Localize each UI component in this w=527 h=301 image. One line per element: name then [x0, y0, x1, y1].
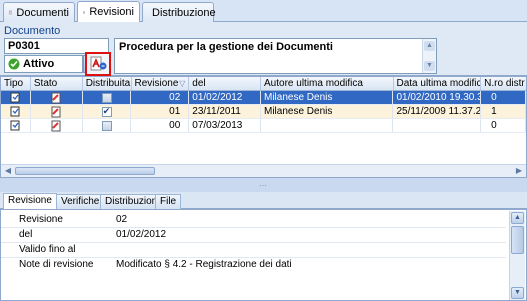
- document-title-text: Procedura per la gestione dei Documenti: [119, 41, 333, 53]
- detail-label: Note di revisione: [19, 259, 94, 270]
- author-cell: Milanese Denis: [261, 105, 394, 118]
- author-cell: Milanese Denis: [261, 91, 394, 104]
- type-cell: [1, 91, 31, 104]
- last-modified-cell: 01/02/2010 19.30.31: [393, 91, 482, 104]
- last-modified-cell: 25/11/2009 11.37.22: [393, 105, 482, 118]
- detail-label: del: [19, 229, 33, 240]
- col-revisione[interactable]: Revisione ▽: [132, 77, 190, 90]
- state-cell: [31, 105, 83, 118]
- checkmark-icon: ✔: [102, 106, 111, 116]
- status-select[interactable]: Attivo: [4, 55, 83, 73]
- revisions-grid: Tipo Stato Distribuita Revisione ▽ del Au…: [0, 76, 527, 178]
- col-tipo[interactable]: Tipo: [1, 77, 31, 90]
- distributed-checkbox[interactable]: ✔: [101, 106, 112, 117]
- revision-detail-panel: Revisione 02 del 01/02/2012 Valido fino …: [0, 209, 527, 301]
- pdf-button[interactable]: [85, 52, 111, 76]
- revision-icon: [83, 10, 86, 14]
- tab-distribuzione-label: Distribuzione: [152, 6, 216, 19]
- detail-vertical-scrollbar[interactable]: ▲ ▼: [509, 211, 525, 300]
- document-type-icon: [10, 120, 20, 131]
- date-cell: 01/02/2012: [189, 91, 261, 104]
- revision-cell: 00: [131, 119, 190, 132]
- revision-cell: 02: [131, 91, 190, 104]
- document-panel: Documento P0301 Attivo ▼ Procedura per l…: [0, 22, 527, 76]
- detail-row-valido: Valido fino al: [1, 243, 506, 258]
- table-row[interactable]: 02 01/02/2012 Milanese Denis 01/02/2010 …: [1, 91, 526, 105]
- revision-state-icon: [51, 92, 61, 103]
- col-data-modifica[interactable]: Data ultima modifica: [394, 77, 482, 90]
- date-cell: 07/03/2013: [189, 119, 261, 132]
- distr-count-cell: 0: [481, 119, 526, 132]
- tab-verifiche[interactable]: Verifiche: [56, 194, 105, 209]
- distributed-checkbox[interactable]: [101, 120, 112, 131]
- distr-count-cell: 1: [481, 105, 526, 118]
- type-cell: [1, 105, 31, 118]
- detail-label: Revisione: [19, 214, 63, 225]
- scrollbar-thumb[interactable]: [511, 226, 524, 254]
- state-cell: [31, 119, 83, 132]
- tab-revisioni-label: Revisioni: [89, 6, 134, 18]
- sort-icon: ▽: [179, 79, 186, 88]
- pdf-icon: [90, 56, 107, 71]
- type-cell: [1, 119, 31, 132]
- document-type-icon: [10, 92, 20, 103]
- detail-value[interactable]: Modificato § 4.2 - Registrazione dei dat…: [116, 258, 292, 273]
- distributed-cell: ✔: [83, 105, 132, 118]
- panel-splitter[interactable]: ⋯: [0, 178, 527, 192]
- scroll-down-icon[interactable]: ▼: [424, 61, 435, 71]
- detail-value[interactable]: 01/02/2012: [116, 228, 166, 242]
- col-del[interactable]: del: [189, 77, 262, 90]
- date-cell: 23/11/2011: [189, 105, 261, 118]
- state-cell: [31, 91, 83, 104]
- tab-revisioni[interactable]: Revisioni: [77, 1, 140, 22]
- detail-row-revisione: Revisione 02: [1, 213, 506, 228]
- scroll-right-icon[interactable]: ▶: [514, 166, 524, 176]
- detail-row-del: del 01/02/2012: [1, 228, 506, 243]
- distributed-checkbox[interactable]: [101, 92, 112, 103]
- scroll-left-icon[interactable]: ◀: [3, 166, 13, 176]
- scrollbar-thumb[interactable]: [15, 167, 155, 175]
- status-value: Attivo: [23, 58, 55, 70]
- scroll-up-icon[interactable]: ▲: [424, 41, 435, 51]
- scroll-down-icon[interactable]: ▼: [511, 287, 524, 299]
- tab-documenti[interactable]: Documenti: [3, 2, 75, 22]
- distributed-cell: [83, 91, 132, 104]
- col-revisione-label: Revisione: [134, 78, 179, 89]
- author-cell: [261, 119, 394, 132]
- title-scrollbar[interactable]: ▲ ▼: [422, 39, 436, 73]
- document-section-label: Documento: [4, 25, 61, 37]
- col-distribuita[interactable]: Distribuita: [83, 77, 132, 90]
- detail-label: Valido fino al: [19, 244, 76, 255]
- tab-distribuzione[interactable]: Distribuzione: [142, 2, 216, 22]
- last-modified-cell: [393, 119, 482, 132]
- table-row[interactable]: 00 07/03/2013 0: [1, 119, 526, 133]
- tab-file[interactable]: File: [155, 194, 182, 209]
- distr-count-cell: 0: [481, 91, 526, 104]
- main-tabbar: Documenti Revisioni Distribuzione: [0, 0, 527, 22]
- grid-horizontal-scrollbar[interactable]: ◀ ▶: [1, 164, 526, 177]
- document-title-field[interactable]: Procedura per la gestione dei Documenti …: [114, 38, 437, 74]
- revision-cell: 01: [131, 105, 190, 118]
- col-stato[interactable]: Stato: [31, 77, 83, 90]
- revision-state-icon: [51, 120, 61, 131]
- document-icon: [9, 10, 12, 15]
- tab-documenti-label: Documenti: [16, 6, 69, 19]
- document-type-icon: [10, 106, 20, 117]
- grip-icon: ⋯: [259, 180, 268, 190]
- scroll-up-icon[interactable]: ▲: [511, 212, 524, 224]
- col-autore[interactable]: Autore ultima modifica: [261, 77, 394, 90]
- detail-value[interactable]: 02: [116, 213, 127, 227]
- distributed-cell: [83, 119, 132, 132]
- table-row[interactable]: ✔ 01 23/11/2011 Milanese Denis 25/11/200…: [1, 105, 526, 119]
- detail-tabbar: Revisione Verifiche Distribuzioni File: [0, 192, 527, 209]
- check-icon: [8, 58, 20, 70]
- detail-row-note: Note di revisione Modificato § 4.2 - Reg…: [1, 258, 506, 273]
- tab-revisione[interactable]: Revisione: [3, 193, 57, 209]
- revision-state-icon: [51, 106, 61, 117]
- grid-header: Tipo Stato Distribuita Revisione ▽ del Au…: [1, 77, 526, 91]
- col-nro-distr[interactable]: N.ro distr: [481, 77, 526, 90]
